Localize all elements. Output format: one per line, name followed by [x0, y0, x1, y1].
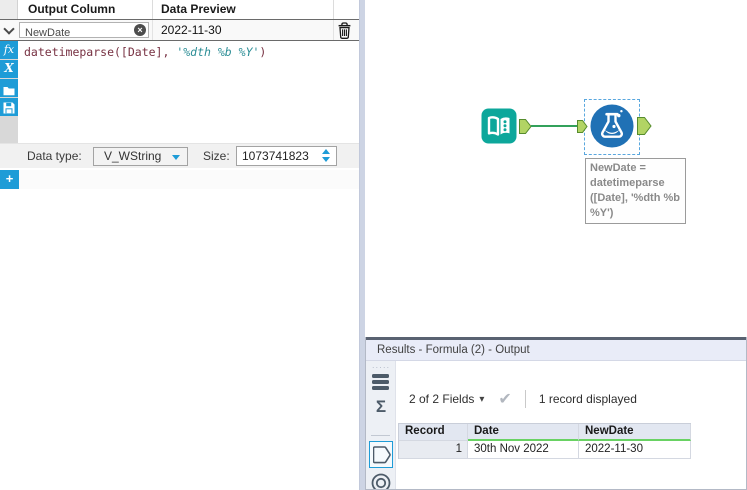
results-toolbar: 2 of 2 Fields ▾ ✔ 1 record displayed — [409, 389, 637, 409]
data-view-button-selected[interactable] — [369, 441, 393, 468]
results-table: Record Date NewDate 1 30th Nov 2022 2022… — [398, 423, 691, 459]
input-data-tool[interactable] — [481, 108, 517, 149]
chevron-down-icon[interactable]: ▾ — [479, 394, 484, 405]
input-tool-output-anchor[interactable] — [519, 119, 532, 139]
formula-code-head: datetimeparse([Date], — [24, 45, 177, 59]
output-column-field[interactable]: × — [19, 22, 149, 40]
input-data-icon — [481, 108, 517, 144]
datatype-value: V_WString — [104, 149, 162, 163]
formula-expression-row[interactable]: × 2022-11-30 — [0, 20, 360, 41]
metadata-view-button[interactable] — [371, 473, 391, 489]
pentagon-icon — [372, 446, 391, 464]
table-view-button[interactable] — [372, 374, 389, 392]
clear-icon[interactable]: × — [134, 24, 146, 36]
formula-code-tail: ) — [259, 45, 267, 59]
formula-code-string: '%dth %b %Y' — [176, 45, 260, 59]
formula-tool-input-anchor[interactable] — [577, 120, 588, 138]
formula-tool-icon — [590, 104, 634, 148]
input-anchor-icon — [577, 120, 588, 133]
newdate-cell: 2022-11-30 — [579, 441, 691, 459]
header-separator — [152, 0, 153, 19]
grid-corner-cell — [0, 0, 18, 19]
table-row[interactable]: 1 30th Nov 2022 2022-11-30 — [399, 441, 691, 459]
data-preview-header: Data Preview — [161, 2, 236, 16]
results-panel: Results - Formula (2) - Output ····· Σ 2… — [365, 337, 747, 490]
sigma-icon: Σ — [375, 397, 387, 416]
fields-dropdown[interactable]: 2 of 2 Fields — [409, 392, 474, 406]
datatype-label: Data type: — [27, 149, 82, 163]
results-content: 2 of 2 Fields ▾ ✔ 1 record displayed Rec… — [397, 361, 746, 489]
stepper-down-icon[interactable] — [322, 157, 330, 162]
formula-expression-editor[interactable]: datetimeparse([Date], '%dth %b %Y') — [18, 41, 359, 143]
fx-icon: fx — [3, 43, 15, 56]
tool-annotation[interactable]: NewDate = datetimeparse ([Date], '%dth %… — [585, 158, 686, 224]
size-stepper[interactable] — [319, 148, 335, 164]
connection-line[interactable] — [531, 125, 580, 127]
datatype-row: Data type: V_WString Size: — [0, 143, 360, 168]
output-column-header: Output Column — [28, 2, 116, 16]
alteryx-designer-window: Output Column Data Preview × 2022-11-30 — [0, 0, 747, 490]
x-variable-icon: X — [4, 61, 14, 75]
date-cell: 30th Nov 2022 — [468, 441, 579, 459]
add-expression-row — [19, 170, 360, 189]
row-separator — [152, 20, 153, 40]
save-expression-button[interactable] — [0, 98, 18, 116]
chevron-down-icon — [172, 155, 180, 160]
grip-dots-icon[interactable]: ····· — [366, 363, 396, 372]
add-expression-button[interactable]: + — [0, 170, 19, 189]
trash-icon — [338, 22, 351, 39]
formula-tool[interactable] — [589, 103, 635, 154]
output-anchor-icon — [637, 117, 652, 135]
results-icon-rail: ····· Σ — [366, 361, 396, 489]
results-panel-title: Results - Formula (2) - Output — [366, 340, 746, 361]
concentric-circles-icon — [371, 473, 391, 489]
output-column-input[interactable] — [20, 26, 128, 40]
size-field[interactable] — [236, 146, 337, 166]
stepper-up-icon[interactable] — [322, 149, 330, 154]
toolbar-separator — [524, 390, 526, 408]
size-label: Size: — [203, 149, 230, 163]
formula-code: datetimeparse([Date], '%dth %b %Y') — [24, 45, 266, 59]
rail-divider — [371, 435, 390, 436]
record-number-cell: 1 — [399, 441, 468, 459]
formula-tool-output-anchor[interactable] — [637, 117, 652, 140]
config-grid-header: Output Column Data Preview — [0, 0, 360, 20]
functions-button[interactable]: fx — [0, 41, 18, 59]
record-count-label: 1 record displayed — [538, 392, 637, 406]
table-header-row: Record Date NewDate — [399, 424, 691, 441]
save-icon — [3, 102, 15, 114]
profile-sigma-button[interactable]: Σ — [366, 397, 396, 417]
folder-icon — [3, 87, 15, 96]
formula-config-panel: Output Column Data Preview × 2022-11-30 — [0, 0, 360, 490]
bars-icon — [372, 374, 389, 378]
column-header-newdate[interactable]: NewDate — [579, 424, 691, 441]
open-saved-expression-button[interactable] — [0, 79, 18, 97]
datatype-select[interactable]: V_WString — [93, 147, 188, 166]
column-header-date[interactable]: Date — [468, 424, 579, 441]
column-header-record[interactable]: Record — [399, 424, 468, 441]
size-input[interactable] — [237, 147, 313, 165]
data-preview-value: 2022-11-30 — [161, 23, 222, 37]
apply-check-icon[interactable]: ✔ — [498, 389, 511, 409]
chevron-down-icon[interactable] — [3, 23, 15, 35]
variables-button[interactable]: X — [0, 60, 18, 78]
workflow-canvas[interactable]: NewDate = datetimeparse ([Date], '%dth %… — [365, 0, 747, 337]
header-separator — [333, 0, 334, 19]
row-separator — [333, 20, 334, 40]
